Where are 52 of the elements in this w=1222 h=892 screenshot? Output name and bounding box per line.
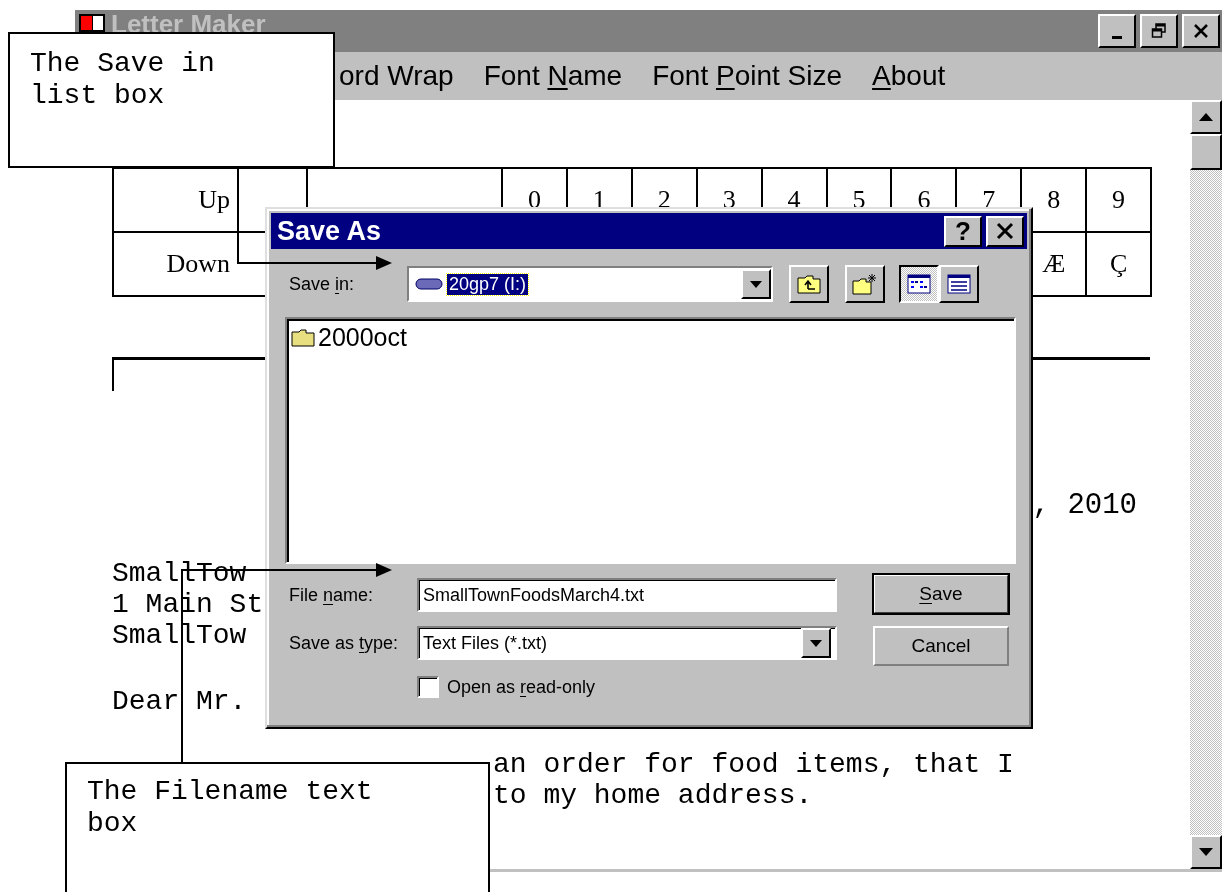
folder-icon — [291, 328, 315, 347]
scroll-up-button[interactable] — [1190, 100, 1222, 134]
list-view-button[interactable] — [899, 265, 939, 303]
folder-item[interactable]: 2000oct — [291, 323, 1010, 352]
menu-item[interactable]: Font Name — [483, 60, 623, 92]
letter-body-line: to my home address. — [493, 780, 813, 811]
folder-sparkle-icon — [852, 273, 878, 295]
caret-icon — [810, 639, 822, 647]
keypad-cell[interactable]: 9 — [1087, 169, 1153, 233]
save-in-dropdown[interactable]: 20gp7 (I:) — [407, 266, 773, 302]
close-button[interactable] — [986, 215, 1024, 247]
callout-text: The Save in list box — [30, 48, 216, 112]
menu-item[interactable]: ord Wrap — [339, 60, 454, 92]
dropdown-button[interactable] — [801, 628, 831, 658]
help-button[interactable]: ? — [944, 215, 982, 247]
letter-body-line: an order for food items, that I — [493, 749, 1014, 780]
folder-up-arrow-icon — [797, 274, 821, 294]
close-icon — [1193, 23, 1209, 39]
address-line: SmallTow — [112, 558, 247, 589]
vertical-scrollbar[interactable] — [1190, 100, 1222, 869]
restore-icon — [1151, 23, 1167, 39]
checkbox[interactable] — [417, 676, 439, 698]
close-icon — [996, 222, 1014, 240]
save-button[interactable]: Save — [873, 574, 1009, 614]
details-view-button[interactable] — [939, 265, 979, 303]
down-arrow-icon — [1198, 847, 1214, 857]
dropdown-button[interactable] — [741, 269, 771, 299]
keypad-cell[interactable]: Ç — [1087, 233, 1153, 297]
details-view-icon — [947, 274, 971, 294]
new-folder-button[interactable] — [845, 265, 885, 303]
minimize-button[interactable] — [1098, 14, 1136, 48]
drive-icon — [415, 277, 443, 291]
callout-text: The Filename text box — [87, 776, 374, 840]
list-view-icon — [907, 274, 931, 294]
up-arrow-icon — [1198, 112, 1214, 122]
caret-icon — [750, 280, 762, 288]
field-label: Save as type: — [289, 632, 400, 654]
menu-item[interactable]: Font Point Size — [652, 60, 843, 92]
minimize-icon — [1112, 35, 1122, 39]
file-name-field[interactable]: SmallTownFoodsMarch4.txt — [417, 578, 837, 612]
field-label: File name: — [289, 584, 375, 606]
checkbox-label[interactable]: Open as read-only — [447, 676, 596, 698]
up-folder-button[interactable] — [789, 265, 829, 303]
menu-item[interactable]: About — [872, 60, 946, 92]
scroll-thumb[interactable] — [1190, 134, 1222, 170]
greeting-text: Dear Mr. — [112, 686, 247, 717]
cancel-button[interactable]: Cancel — [873, 626, 1009, 666]
letter-date: , 2010 — [1032, 489, 1137, 522]
restore-button[interactable] — [1140, 14, 1178, 48]
file-type-dropdown[interactable]: Text Files (*.txt) — [417, 626, 837, 660]
close-button[interactable] — [1182, 14, 1220, 48]
scroll-down-button[interactable] — [1190, 835, 1222, 869]
